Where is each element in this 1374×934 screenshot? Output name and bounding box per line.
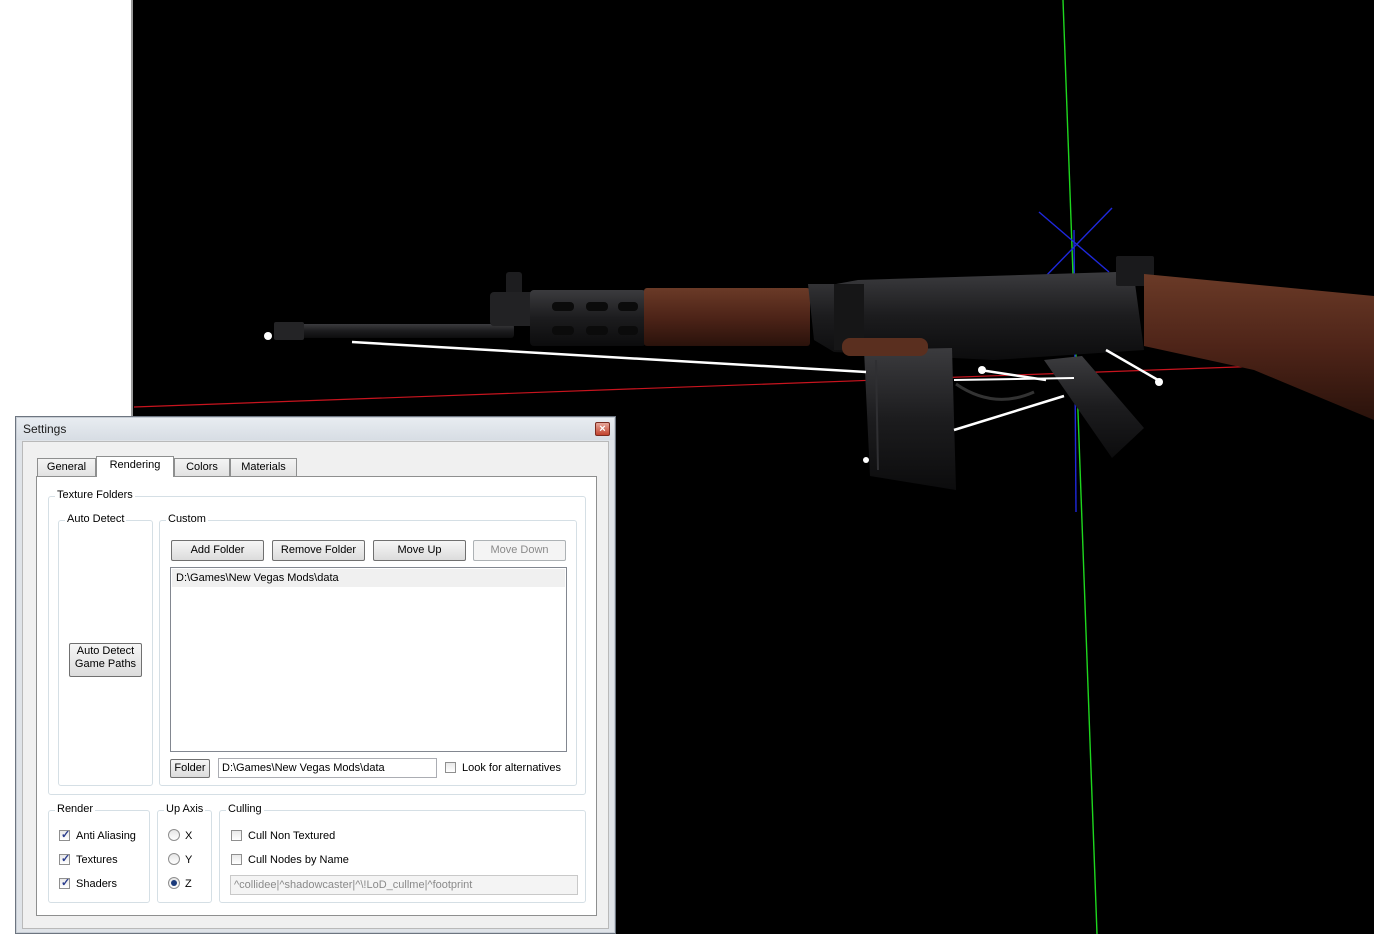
auto-detect-label: Auto Detect [65, 513, 127, 525]
render-label: Render [55, 803, 96, 815]
culling-label: Culling [226, 803, 264, 815]
skeleton-node [863, 457, 869, 463]
tab-general[interactable]: General [37, 458, 96, 476]
z-axis-marker [1043, 207, 1113, 279]
auto-detect-button-line2: Game Paths [74, 658, 137, 670]
render-group: Render ✓ Anti Aliasing ✓ Textures ✓ Shad… [48, 803, 150, 903]
look-for-alternatives-checkbox[interactable]: Look for alternatives [445, 761, 575, 777]
checkbox-box[interactable] [231, 830, 242, 841]
cull-non-textured-checkbox[interactable]: Cull Non Textured [231, 829, 381, 845]
cull-non-textured-label: Cull Non Textured [248, 830, 336, 842]
rifle-muzzle [274, 322, 304, 340]
checkbox-box[interactable]: ✓ [59, 853, 71, 865]
checkbox-box[interactable]: ✓ [59, 829, 71, 841]
cull-pattern-input[interactable]: ^collidee|^shadowcaster|^\!LoD_cullme|^f… [230, 875, 578, 895]
look-for-alternatives-label: Look for alternatives [462, 762, 562, 774]
culling-group: Culling Cull Non Textured Cull Nodes by … [219, 803, 586, 903]
add-folder-button[interactable]: Add Folder [171, 540, 264, 561]
close-icon: × [599, 423, 606, 435]
rendering-tab-panel: Texture Folders Auto Detect Auto Detect … [36, 476, 597, 916]
up-axis-y-radio[interactable]: Y [168, 853, 208, 869]
cull-nodes-by-name-label: Cull Nodes by Name [248, 854, 349, 866]
skeleton-node [264, 332, 272, 340]
folder-list[interactable]: D:\Games\New Vegas Mods\data [170, 567, 567, 752]
checkbox-box[interactable] [231, 854, 242, 865]
cull-nodes-by-name-checkbox[interactable]: Cull Nodes by Name [231, 853, 381, 869]
anti-aliasing-label: Anti Aliasing [76, 830, 136, 842]
dialog-client-area: General Rendering Colors Materials Textu… [22, 441, 609, 929]
radio-circle[interactable] [168, 829, 180, 841]
move-up-button[interactable]: Move Up [373, 540, 466, 561]
check-icon: ✓ [61, 829, 71, 841]
up-axis-label: Up Axis [164, 803, 206, 815]
textures-checkbox[interactable]: ✓ Textures [59, 853, 144, 869]
up-axis-x-label: X [185, 830, 193, 842]
skeleton-node [978, 366, 986, 374]
radio-selected-dot [171, 880, 177, 886]
close-button[interactable]: × [595, 422, 610, 436]
tab-colors[interactable]: Colors [174, 458, 230, 476]
shaders-label: Shaders [76, 878, 117, 890]
rifle-barrel [274, 324, 514, 338]
up-axis-group: Up Axis X Y Z [157, 803, 212, 903]
textures-label: Textures [76, 854, 118, 866]
tab-materials[interactable]: Materials [230, 458, 297, 476]
skeleton-node [1155, 378, 1163, 386]
tab-rendering[interactable]: Rendering [96, 456, 174, 477]
texture-folders-label: Texture Folders [55, 489, 135, 501]
check-icon: ✓ [61, 853, 71, 865]
dialog-titlebar[interactable]: Settings × [17, 418, 614, 440]
move-down-button[interactable]: Move Down [473, 540, 566, 561]
auto-detect-group: Auto Detect Auto Detect Game Paths [58, 513, 153, 786]
checkbox-box[interactable]: ✓ [59, 877, 71, 889]
radio-circle[interactable] [168, 877, 180, 889]
custom-group: Custom Add Folder Remove Folder Move Up … [159, 513, 577, 786]
texture-folders-group: Texture Folders Auto Detect Auto Detect … [48, 489, 586, 795]
rifle-stock [1144, 274, 1374, 420]
check-icon: ✓ [61, 877, 71, 889]
shaders-checkbox[interactable]: ✓ Shaders [59, 877, 144, 893]
up-axis-z-label: Z [185, 878, 192, 890]
dialog-title: Settings [23, 422, 67, 436]
up-axis-x-radio[interactable]: X [168, 829, 208, 845]
settings-dialog: Settings × General Rendering Colors Mate… [15, 416, 616, 934]
checkbox-box[interactable] [445, 762, 456, 773]
y-axis-line [1062, 0, 1098, 934]
up-axis-z-radio[interactable]: Z [168, 877, 208, 893]
rifle-wood-handguard [644, 288, 810, 346]
up-axis-y-label: Y [185, 854, 193, 866]
folder-path-input[interactable]: D:\Games\New Vegas Mods\data [218, 758, 437, 778]
remove-folder-button[interactable]: Remove Folder [272, 540, 365, 561]
rifle-handguard [530, 290, 646, 346]
auto-detect-game-paths-button[interactable]: Auto Detect Game Paths [69, 643, 142, 677]
anti-aliasing-checkbox[interactable]: ✓ Anti Aliasing [59, 829, 144, 845]
radio-circle[interactable] [168, 853, 180, 865]
folder-browse-button[interactable]: Folder [170, 759, 210, 778]
auto-detect-button-line1: Auto Detect [76, 645, 135, 657]
custom-label: Custom [166, 513, 208, 525]
list-item[interactable]: D:\Games\New Vegas Mods\data [172, 569, 565, 587]
